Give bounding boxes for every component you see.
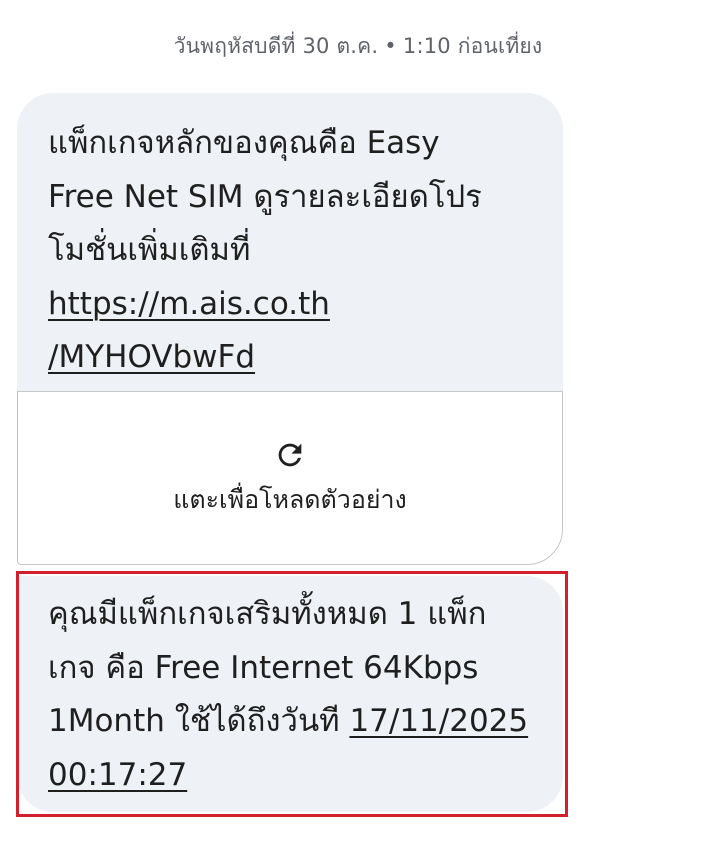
timestamp-time: 1:10 ก่อนเที่ยง	[402, 34, 543, 58]
message-text: แพ็กเกจหลักของคุณคือ Easy Free Net SIM ด…	[17, 93, 563, 391]
url-link-part1[interactable]: https://m.ais.co.th	[48, 286, 330, 322]
refresh-icon	[278, 443, 302, 467]
preview-label: แตะเพื่อโหลดตัวอย่าง	[173, 485, 407, 514]
message-bubble-main-package[interactable]: แพ็กเกจหลักของคุณคือ Easy Free Net SIM ด…	[17, 93, 563, 565]
highlight-annotation-box	[16, 571, 568, 817]
timestamp-day: วันพฤหัสบดีที่ 30 ต.ค.	[173, 34, 379, 58]
message-timestamp: วันพฤหัสบดีที่ 30 ต.ค. • 1:10 ก่อนเที่ยง	[0, 30, 716, 63]
timestamp-separator: •	[384, 34, 397, 58]
message-line: โมชั่นเพิ่มเติมที่	[48, 232, 251, 268]
url-link-part2[interactable]: /MYHOVbwFd	[48, 339, 255, 375]
message-line: Free Net SIM ดูรายละเอียดโปร	[48, 178, 482, 215]
message-line: แพ็กเกจหลักของคุณคือ Easy	[48, 125, 440, 161]
link-preview-load-button[interactable]: แตะเพื่อโหลดตัวอย่าง	[17, 391, 563, 565]
